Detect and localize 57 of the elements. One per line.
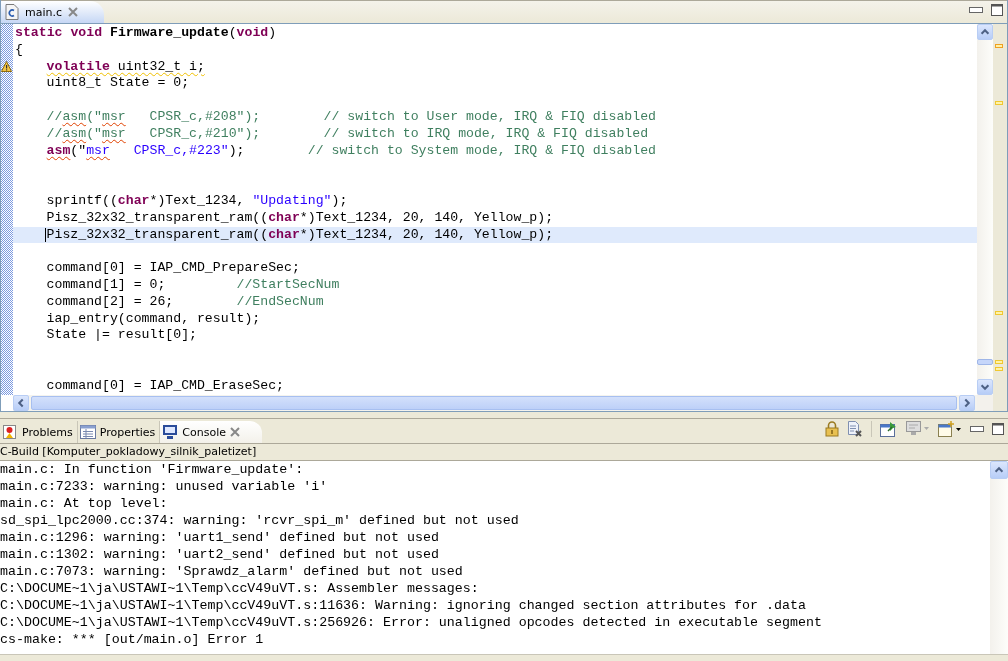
code-line: uint8_t State = 0; bbox=[46, 75, 190, 93]
code-line: //asm("msr CPSR_c,#210"); // switch to IRQ mode, IRQ & FIQ disabled bbox=[46, 125, 649, 143]
scroll-left-button[interactable] bbox=[13, 395, 29, 411]
text-cursor bbox=[44, 227, 46, 242]
maximize-icon[interactable] bbox=[991, 4, 1003, 16]
console-line: C:\DOCUME~1\ja\USTAWI~1\Temp\ccV49uVT.s:256926: Error: unaligned opcodes detected in executable segment bbox=[0, 615, 822, 630]
minimize-icon[interactable] bbox=[969, 7, 983, 13]
panel-tab[interactable]: Problems bbox=[0, 421, 78, 443]
code-line: { bbox=[15, 41, 23, 59]
console-line: main.c: At top level: bbox=[0, 496, 168, 511]
code-line: sprintf((char*)Text_1234, "Updating"); bbox=[46, 192, 348, 210]
tab-label: Properties bbox=[99, 425, 156, 439]
console-line: C:\DOCUME~1\ja\USTAWI~1\Temp\ccV49uVT.s:11636: Warning: ignoring changed section attributes for .data bbox=[0, 598, 806, 613]
code-line: command[2] = 26; //EndSecNum bbox=[46, 293, 324, 311]
console-line: C:\DOCUME~1\ja\USTAWI~1\Temp\ccV49uVT.s: Assembler messages: bbox=[0, 581, 479, 596]
c-file-icon bbox=[5, 4, 19, 20]
console-line: main.c: In function 'Firmware_update': bbox=[0, 462, 304, 477]
code-line: command[0] = IAP_CMD_EraseSec; bbox=[46, 377, 284, 395]
monitor-icon bbox=[162, 424, 179, 440]
console-line: main.c:7073: warning: 'Sprawdz_alarm' defined but not used bbox=[0, 564, 463, 579]
close-icon[interactable] bbox=[68, 7, 79, 17]
console-line: cs-make: *** [out/main.o] Error 1 bbox=[0, 632, 264, 647]
clear-console-icon[interactable] bbox=[847, 421, 863, 437]
new-window-icon[interactable] bbox=[938, 421, 962, 437]
panel-tab[interactable]: Console bbox=[160, 421, 262, 443]
console-line: main.c:1296: warning: 'uart1_send' defined but not used bbox=[0, 530, 439, 545]
tab-label: Problems bbox=[22, 425, 73, 439]
close-icon[interactable] bbox=[229, 427, 240, 437]
scroll-thumb[interactable] bbox=[31, 396, 957, 410]
tab-title: main.c bbox=[25, 5, 63, 19]
scroll-up-button[interactable] bbox=[977, 24, 993, 40]
code-line: command[0] = IAP_CMD_PrepareSec; bbox=[46, 260, 300, 277]
code-line: static void Firmware_update(void) bbox=[15, 25, 277, 42]
panel-tab[interactable]: Properties bbox=[77, 421, 161, 443]
problems-icon bbox=[2, 424, 18, 440]
code-line: command[1] = 0; //StartSecNum bbox=[46, 276, 340, 294]
code-line: iap_entry(command, result); bbox=[46, 310, 261, 328]
code-line: //asm("msr CPSR_c,#208"); // switch to User mode, IRQ & FIQ disabled bbox=[46, 109, 656, 126]
console-line: main.c:1302: warning: 'uart2_send' defined but not used bbox=[0, 547, 439, 562]
scroll-right-button[interactable] bbox=[959, 395, 975, 411]
scroll-down-button[interactable] bbox=[977, 379, 993, 395]
console-line: main.c:7233: warning: unused variable 'i' bbox=[0, 479, 328, 494]
code-line: asm("msr CPSR_c,#223"); // switch to System mode, IRQ & FIQ disabled bbox=[46, 142, 656, 160]
scroll-thumb[interactable] bbox=[977, 359, 993, 365]
console-line: sd_spi_lpc2000.cc:374: warning: 'rcvr_spi_m' defined but not used bbox=[0, 513, 519, 528]
properties-icon bbox=[79, 425, 96, 439]
maximize-icon[interactable] bbox=[992, 423, 1004, 435]
code-line: State |= result[0]; bbox=[46, 327, 197, 345]
code-line: volatile uint32_t i; bbox=[46, 58, 205, 76]
minimize-icon[interactable] bbox=[970, 426, 984, 432]
scroll-up-button[interactable] bbox=[990, 461, 1008, 479]
editor-tab[interactable]: main.c bbox=[1, 1, 105, 23]
code-line: Pisz_32x32_transparent_ram((char*)Text_1234, 20, 140, Yellow_p); bbox=[46, 209, 554, 227]
lock-icon[interactable] bbox=[825, 421, 839, 437]
code-line: Pisz_32x32_transparent_ram((char*)Text_1234, 20, 140, Yellow_p); bbox=[46, 226, 554, 244]
tab-label: Console bbox=[182, 425, 226, 439]
code-editor[interactable] bbox=[13, 24, 977, 395]
